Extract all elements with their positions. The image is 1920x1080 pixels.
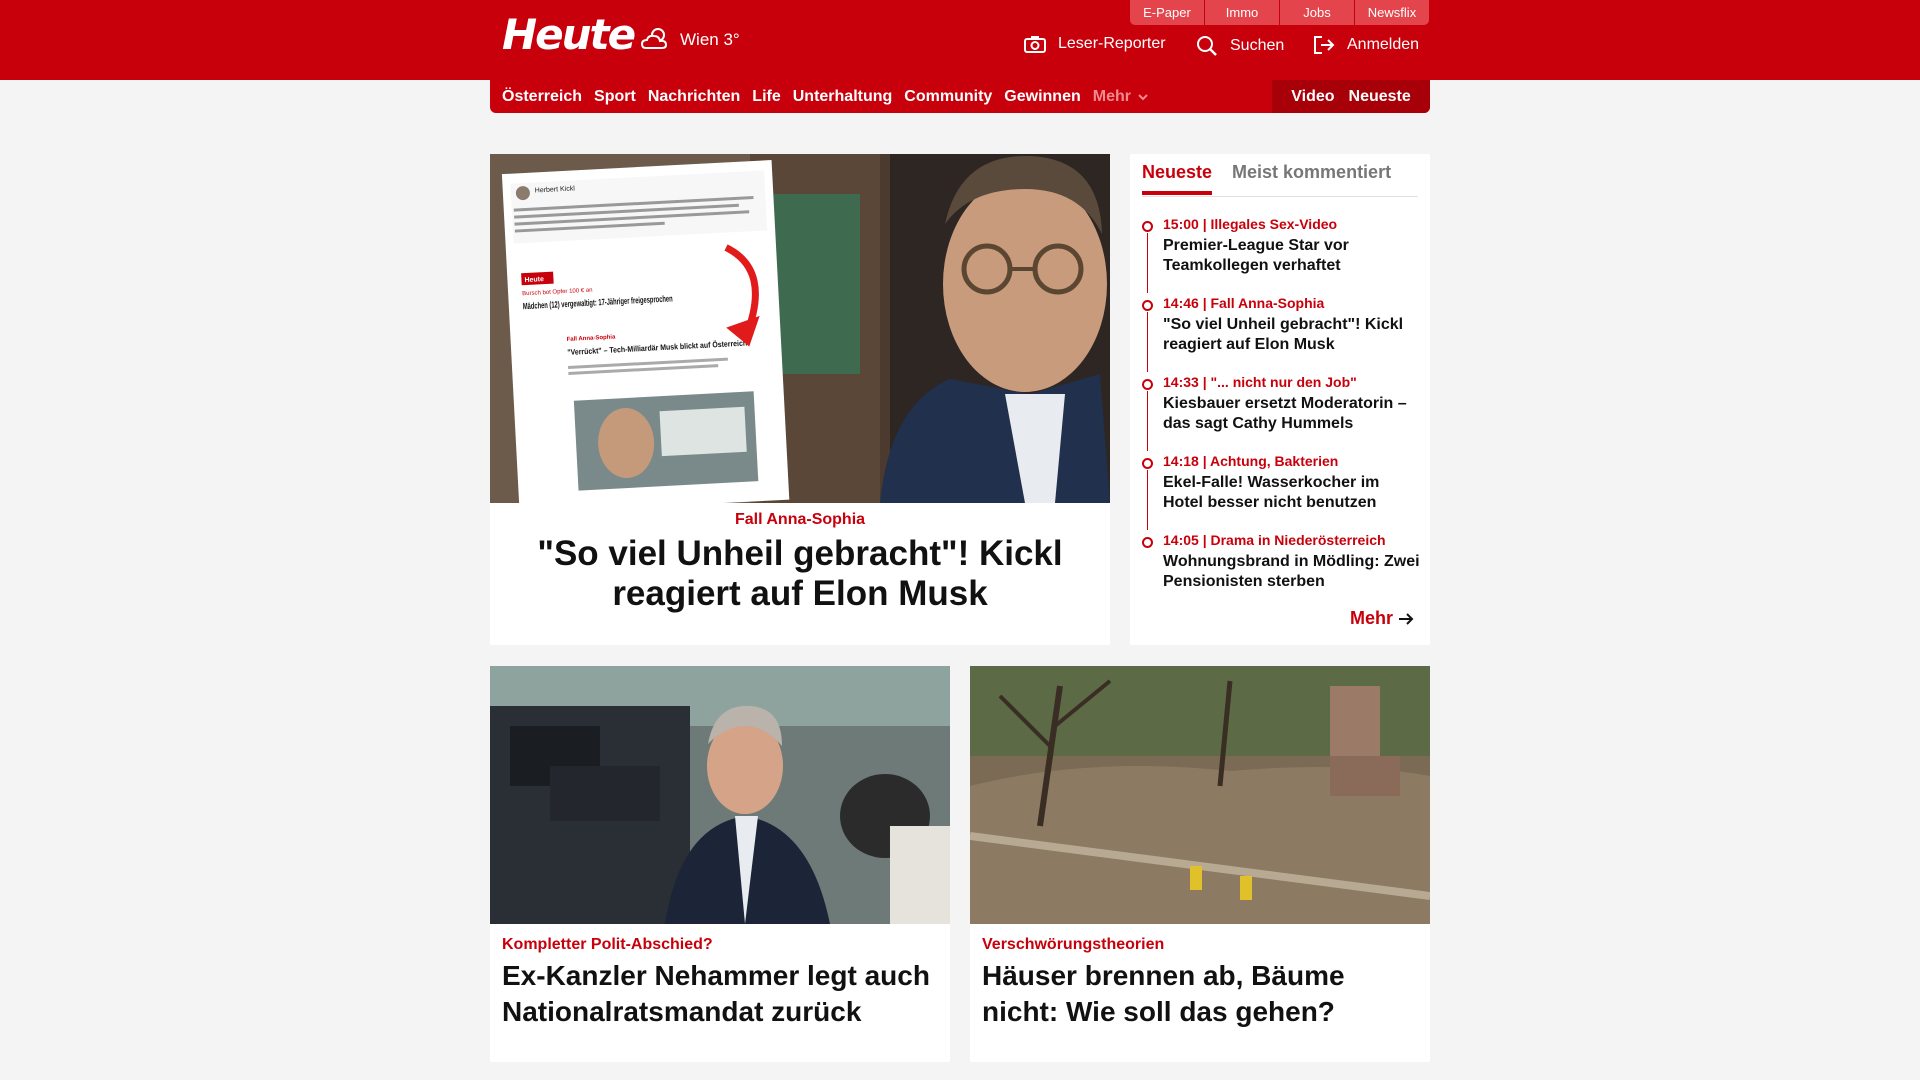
ticker-item[interactable]: 14:33 | "... nicht nur den Job" Kiesbaue… bbox=[1142, 374, 1420, 453]
arrow-right-icon bbox=[1399, 612, 1414, 625]
ticker-title[interactable]: Ekel-Falle! Wasserkocher im Hotel besser… bbox=[1163, 473, 1420, 513]
timeline-dot bbox=[1142, 537, 1153, 548]
nav-item-gewinnen[interactable]: Gewinnen bbox=[1004, 88, 1080, 106]
search-button[interactable]: Suchen bbox=[1196, 35, 1284, 57]
nav-more-label: Mehr bbox=[1092, 87, 1131, 105]
nav-item-sport[interactable]: Sport bbox=[594, 88, 636, 106]
ticker-meta: 14:05 | Drama in Niederösterreich bbox=[1163, 532, 1386, 548]
ticker-item[interactable]: 14:18 | Achtung, Bakterien Ekel-Falle! W… bbox=[1142, 453, 1420, 532]
nav-item-nachrichten[interactable]: Nachrichten bbox=[648, 88, 740, 106]
nav-latest[interactable]: Neueste bbox=[1349, 88, 1411, 106]
timeline-line bbox=[1147, 470, 1148, 530]
ticker-title[interactable]: Wohnungsbrand in Mödling: Zwei Pensionis… bbox=[1163, 552, 1420, 592]
main-nav: Österreich Sport Nachrichten Life Unterh… bbox=[490, 80, 1430, 113]
ticker-meta: 14:18 | Achtung, Bakterien bbox=[1163, 453, 1339, 469]
ticker-title[interactable]: Kiesbauer ersetzt Moderatorin – das sagt… bbox=[1163, 394, 1420, 434]
service-immo[interactable]: Immo bbox=[1205, 0, 1279, 25]
nav-item-unterhaltung[interactable]: Unterhaltung bbox=[793, 88, 893, 106]
leser-reporter-button[interactable]: Leser-Reporter bbox=[1024, 35, 1166, 53]
search-icon bbox=[1197, 36, 1217, 56]
more-link[interactable]: Mehr bbox=[1350, 608, 1414, 629]
nav-item-oesterreich[interactable]: Österreich bbox=[502, 88, 582, 106]
service-newsflix[interactable]: Newsflix bbox=[1355, 0, 1429, 25]
service-tabs: E-Paper Immo Jobs Newsflix bbox=[1130, 0, 1429, 25]
hero-title[interactable]: "So viel Unheil gebracht"! Kickl reagier… bbox=[495, 534, 1105, 614]
timeline-line bbox=[1147, 233, 1148, 293]
nav-item-community[interactable]: Community bbox=[904, 88, 992, 106]
search-label: Suchen bbox=[1230, 37, 1285, 54]
article-image-fire[interactable] bbox=[970, 666, 1430, 924]
article-title[interactable]: Häuser brennen ab, Bäume nicht: Wie soll… bbox=[982, 958, 1412, 1030]
article-kicker: Verschwörungstheorien bbox=[982, 936, 1165, 953]
login-label: Anmelden bbox=[1347, 36, 1420, 53]
ticker-item[interactable]: 14:05 | Drama in Niederösterreich Wohnun… bbox=[1142, 532, 1420, 611]
timeline-dot bbox=[1142, 379, 1153, 390]
nav-video[interactable]: Video bbox=[1291, 88, 1334, 106]
logo[interactable]: Heute bbox=[502, 10, 636, 59]
nav-highlight: Video Neueste bbox=[1272, 80, 1430, 113]
embed-logo: Heute bbox=[524, 276, 544, 284]
service-epaper[interactable]: E-Paper bbox=[1130, 0, 1204, 25]
article-card[interactable]: Kompletter Polit-Abschied? Ex-Kanzler Ne… bbox=[490, 666, 950, 1062]
timeline-dot bbox=[1142, 221, 1153, 232]
article-title[interactable]: Ex-Kanzler Nehammer legt auch Nationalra… bbox=[502, 958, 932, 1030]
service-jobs[interactable]: Jobs bbox=[1280, 0, 1354, 25]
timeline-dot bbox=[1142, 458, 1153, 469]
timeline-line bbox=[1147, 391, 1148, 451]
nav-item-life[interactable]: Life bbox=[752, 88, 780, 106]
article-image-nehammer[interactable] bbox=[490, 666, 950, 924]
header: Heute Wien 3° E-Paper Immo Jobs Newsflix… bbox=[490, 0, 1430, 114]
ticker-item[interactable]: 14:46 | Fall Anna-Sophia "So viel Unheil… bbox=[1142, 295, 1420, 374]
ticker-item[interactable]: 15:00 | Illegales Sex-Video Premier-Leag… bbox=[1142, 216, 1420, 295]
ticker-meta: 14:33 | "... nicht nur den Job" bbox=[1163, 374, 1357, 390]
hero-image[interactable]: Herbert Kickl Heute Bursch bot Opfer 100… bbox=[490, 154, 1110, 503]
news-ticker: 15:00 | Illegales Sex-Video Premier-Leag… bbox=[1142, 216, 1420, 611]
weather-text: Wien 3° bbox=[680, 30, 740, 49]
tab-divider bbox=[1142, 196, 1418, 197]
tab-meist-kommentiert[interactable]: Meist kommentiert bbox=[1232, 162, 1391, 195]
timeline-line bbox=[1147, 312, 1148, 372]
leser-reporter-label: Leser-Reporter bbox=[1058, 35, 1166, 52]
ticker-title[interactable]: Premier-League Star vor Teamkollegen ver… bbox=[1163, 236, 1420, 276]
latest-news-panel: Neueste Meist kommentiert 15:00 | Illega… bbox=[1130, 154, 1430, 645]
camera-icon bbox=[1024, 36, 1046, 53]
nav-more-button[interactable]: Mehr bbox=[1093, 88, 1149, 106]
tab-neueste[interactable]: Neueste bbox=[1142, 162, 1213, 195]
article-kicker: Kompletter Polit-Abschied? bbox=[502, 936, 713, 953]
timeline-dot bbox=[1142, 300, 1153, 311]
chevron-down-icon bbox=[1138, 93, 1149, 100]
hero-article[interactable]: Herbert Kickl Heute Bursch bot Opfer 100… bbox=[490, 154, 1110, 645]
more-label: Mehr bbox=[1349, 608, 1393, 628]
weather-widget[interactable]: Wien 3° bbox=[640, 26, 740, 54]
login-icon bbox=[1314, 36, 1335, 54]
login-button[interactable]: Anmelden bbox=[1313, 35, 1419, 55]
article-card[interactable]: Verschwörungstheorien Häuser brennen ab,… bbox=[970, 666, 1430, 1062]
hero-kicker: Fall Anna-Sophia bbox=[734, 511, 866, 528]
ticker-title[interactable]: "So viel Unheil gebracht"! Kickl reagier… bbox=[1163, 315, 1420, 355]
ticker-meta: 14:46 | Fall Anna-Sophia bbox=[1163, 295, 1325, 311]
ticker-meta: 15:00 | Illegales Sex-Video bbox=[1163, 216, 1338, 232]
cloud-sun-icon bbox=[640, 28, 668, 49]
